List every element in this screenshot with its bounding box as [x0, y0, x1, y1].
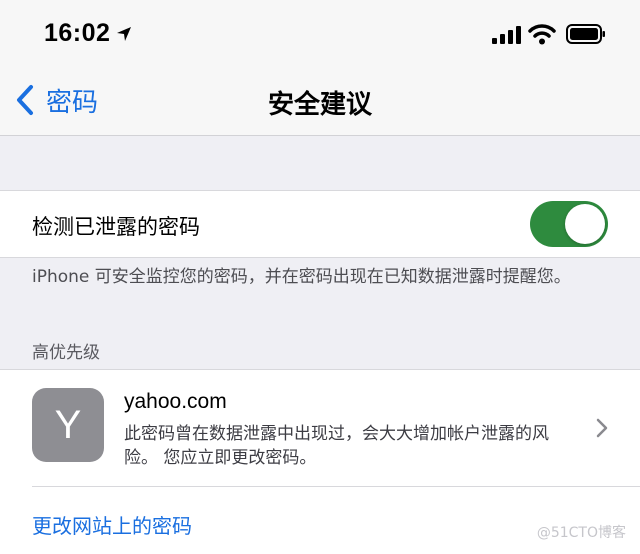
detect-compromised-label: 检测已泄露的密码 — [32, 215, 200, 239]
wifi-icon — [528, 23, 556, 49]
change-password-link[interactable]: 更改网站上的密码 — [32, 510, 192, 539]
location-arrow-icon — [116, 26, 132, 46]
status-bar: 16:02 — [0, 0, 640, 66]
chevron-right-icon — [596, 418, 608, 442]
site-avatar: Y — [32, 388, 104, 462]
list-item[interactable]: Y yahoo.com 此密码曾在数据泄露中出现过，会大大增加帐户泄露的风险。 … — [0, 370, 640, 485]
site-name: yahoo.com — [124, 390, 227, 413]
priority-section-header: 高优先级 — [32, 343, 100, 363]
battery-icon — [566, 24, 606, 48]
navigation-bar: 密码 安全建议 — [0, 66, 640, 136]
detect-compromised-toggle[interactable] — [530, 201, 608, 247]
detect-compromised-cell: 检测已泄露的密码 — [0, 190, 640, 258]
watermark: @51CTO博客 — [536, 525, 626, 541]
page-title: 安全建议 — [267, 90, 372, 120]
status-time: 16:02 — [44, 19, 111, 47]
divider — [32, 486, 640, 487]
detect-footer-note: iPhone 可安全监控您的密码，并在密码出现在已知数据泄露时提醒您。 — [32, 267, 571, 287]
toggle-knob — [565, 204, 605, 244]
site-warning-text: 此密码曾在数据泄露中出现过，会大大增加帐户泄露的风险。 您应立即更改密码。 — [124, 424, 549, 468]
signal-icon — [492, 26, 522, 48]
